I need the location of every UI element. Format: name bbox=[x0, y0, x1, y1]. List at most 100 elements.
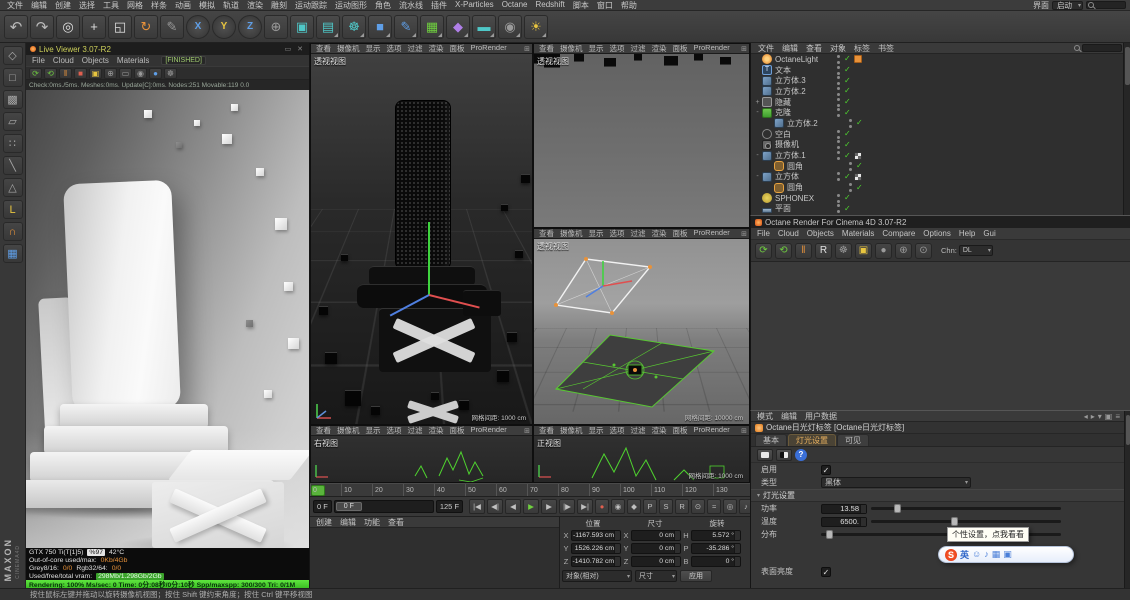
move-tool-button[interactable]: + bbox=[82, 14, 106, 39]
scrollbar-thumb[interactable] bbox=[1126, 415, 1130, 445]
menu-item[interactable]: 编辑 bbox=[27, 0, 51, 11]
pick-focus-icon[interactable]: ⊕ bbox=[895, 242, 912, 259]
object-row[interactable]: 摄像机 ✓ bbox=[751, 139, 1122, 151]
menu-item[interactable]: 渲染 bbox=[649, 229, 670, 238]
object-row[interactable]: - 立方体 ✓ bbox=[751, 171, 1122, 183]
power-slider[interactable] bbox=[871, 504, 1061, 513]
expander-icon[interactable]: + bbox=[754, 99, 761, 106]
menu-item[interactable]: 过滤 bbox=[628, 426, 649, 435]
lock-icon[interactable]: ▣ bbox=[855, 242, 872, 259]
object-row[interactable]: 立方体.3 ✓ bbox=[751, 75, 1122, 86]
enabled-check-icon[interactable]: ✓ bbox=[844, 108, 851, 118]
menu-item[interactable]: 帮助 bbox=[617, 0, 641, 11]
attribute-tab[interactable]: 灯光设置 bbox=[788, 434, 836, 446]
live-selection-button[interactable]: ◎ bbox=[56, 14, 80, 39]
visibility-dots[interactable] bbox=[849, 118, 853, 128]
settings-icon[interactable]: ☸ bbox=[835, 242, 852, 259]
reset-icon[interactable]: ⟲ bbox=[775, 242, 792, 259]
preset-button[interactable] bbox=[757, 448, 773, 461]
menu-item[interactable]: 渲染 bbox=[243, 0, 267, 11]
menu-item[interactable]: ProRender bbox=[691, 229, 733, 238]
menu-item[interactable]: 样条 bbox=[147, 0, 171, 11]
enabled-check-icon[interactable]: ✓ bbox=[844, 65, 851, 75]
camera-lock-icon[interactable]: ◉ bbox=[134, 67, 147, 79]
scrollbar-thumb[interactable] bbox=[1125, 47, 1130, 85]
menu-item[interactable]: 过滤 bbox=[405, 426, 426, 435]
object-row[interactable]: + 隐藏 ✓ bbox=[751, 97, 1122, 108]
skin-icon[interactable]: ▣ bbox=[1003, 549, 1012, 560]
visibility-dots[interactable] bbox=[837, 65, 841, 75]
menu-item[interactable]: 显示 bbox=[363, 426, 384, 435]
record-rotation-toggle[interactable]: R bbox=[675, 499, 690, 514]
viewport-canvas[interactable]: 透视视图 网格间距: 10000 cm bbox=[534, 239, 749, 424]
visibility-dots[interactable] bbox=[849, 161, 853, 171]
command-search[interactable] bbox=[1086, 1, 1126, 9]
menu-item[interactable]: 创建 bbox=[51, 0, 75, 11]
enabled-check-icon[interactable]: ✓ bbox=[844, 204, 851, 214]
enabled-check-icon[interactable]: ✓ bbox=[844, 129, 851, 139]
viewport-canvas[interactable]: 透视视图 网格间距: 1000 cm bbox=[311, 54, 532, 424]
render-picture-viewer-button[interactable]: ▤ bbox=[316, 14, 340, 39]
refresh-icon[interactable]: ⟳ bbox=[29, 67, 42, 79]
menu-item[interactable]: Compare bbox=[878, 229, 919, 238]
compare-button[interactable] bbox=[776, 448, 792, 461]
menu-item[interactable]: 查看 bbox=[313, 44, 334, 53]
goto-end-button[interactable]: ▶| bbox=[577, 499, 594, 514]
menu-item[interactable]: 角色 bbox=[371, 0, 395, 11]
material-pick-icon[interactable]: ● bbox=[149, 67, 162, 79]
menu-item[interactable]: 创建 bbox=[312, 517, 336, 528]
menu-item[interactable]: Materials bbox=[838, 229, 878, 238]
live-viewer-canvas[interactable] bbox=[26, 90, 309, 548]
lock-icon[interactable]: ▣ bbox=[1105, 412, 1113, 421]
menu-item[interactable]: 面板 bbox=[447, 426, 468, 435]
object-row[interactable]: - 克隆 ✓ bbox=[751, 107, 1122, 118]
visibility-dots[interactable] bbox=[837, 193, 841, 203]
axis-mode-icon[interactable]: L bbox=[2, 200, 23, 219]
apply-button[interactable]: 应用 bbox=[680, 570, 712, 582]
start-frame-field[interactable]: 0 F bbox=[313, 500, 332, 513]
points-mode-icon[interactable]: ∷ bbox=[2, 134, 23, 153]
position-field[interactable]: -1167.593 cm bbox=[571, 530, 621, 541]
menu-item[interactable]: 插件 bbox=[427, 0, 451, 11]
object-row[interactable]: 文本 ✓ bbox=[751, 65, 1122, 76]
temperature-slider-knob[interactable] bbox=[950, 517, 958, 526]
visibility-dots[interactable] bbox=[837, 140, 841, 150]
menu-item[interactable]: 摄像机 bbox=[557, 229, 586, 238]
enabled-check-icon[interactable]: ✓ bbox=[844, 193, 851, 203]
convert-editable-icon[interactable]: ◇ bbox=[2, 46, 23, 65]
environment-button[interactable]: ▬ bbox=[472, 14, 496, 39]
rotation-field[interactable]: -35.286 ° bbox=[691, 543, 741, 554]
lock-y-button[interactable]: Y bbox=[212, 14, 236, 39]
menu-item[interactable]: 书签 bbox=[874, 43, 898, 54]
light-button[interactable]: ☀ bbox=[524, 14, 548, 39]
viewport-canvas[interactable]: 正视图 网格间距: 1000 cm bbox=[534, 436, 749, 482]
menu-item[interactable]: Objects bbox=[803, 229, 838, 238]
menu-item[interactable]: 对象 bbox=[826, 43, 850, 54]
menu-item[interactable]: 查看 bbox=[536, 229, 557, 238]
menu-item[interactable]: ProRender bbox=[468, 44, 510, 53]
sound-toggle[interactable]: ♪ bbox=[739, 499, 750, 514]
prev-key-button[interactable]: ◀| bbox=[487, 499, 504, 514]
menu-item[interactable]: Options bbox=[919, 229, 955, 238]
menu-item[interactable]: 摄像机 bbox=[334, 44, 363, 53]
enabled-check-icon[interactable]: ✓ bbox=[844, 97, 851, 107]
menu-item[interactable]: 过滤 bbox=[628, 229, 649, 238]
record-button[interactable]: ● bbox=[595, 499, 610, 514]
next-key-button[interactable]: |▶ bbox=[559, 499, 576, 514]
spline-pen-button[interactable]: ✎ bbox=[394, 14, 418, 39]
object-row[interactable]: OctaneLight ✓ bbox=[751, 54, 1122, 65]
snap-icon[interactable]: ▦ bbox=[2, 244, 23, 263]
menu-item[interactable]: 工具 bbox=[99, 0, 123, 11]
expander-icon[interactable]: - bbox=[754, 109, 761, 116]
goto-start-button[interactable]: |◀ bbox=[469, 499, 486, 514]
settings-icon[interactable]: ☸ bbox=[164, 67, 177, 79]
keyframe-selection-button[interactable]: ◆ bbox=[627, 499, 642, 514]
menu-item[interactable]: 渲染 bbox=[426, 426, 447, 435]
tag-icon[interactable] bbox=[853, 172, 862, 181]
tag-icon[interactable] bbox=[853, 55, 862, 64]
menu-item[interactable]: 动画 bbox=[171, 0, 195, 11]
tag-icon[interactable] bbox=[853, 151, 862, 160]
temperature-slider[interactable] bbox=[871, 517, 1061, 526]
viewport-maximize-icon[interactable]: ⊞ bbox=[741, 230, 747, 238]
object-row[interactable]: 立方体.2 ✓ bbox=[751, 118, 1122, 129]
